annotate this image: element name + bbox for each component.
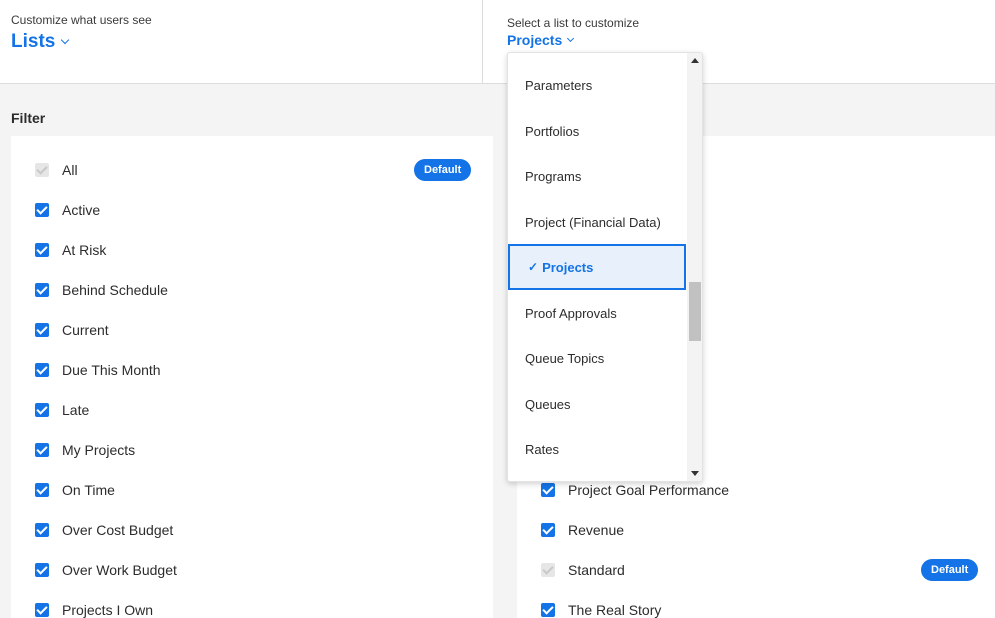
dropdown-option-label: Projects [542,259,594,275]
filter-row[interactable]: Current [35,318,109,342]
filter-row-label: Current [62,322,109,338]
scroll-up-arrow-icon[interactable] [691,58,699,63]
chevron-down-icon [61,35,70,45]
filter-row[interactable]: Standard [541,558,625,582]
filter-row[interactable]: Behind Schedule [35,278,168,302]
dropdown-option[interactable]: Portfolios [508,108,686,154]
checkbox[interactable] [541,483,555,497]
filter-row[interactable]: Active [35,198,100,222]
checkbox[interactable] [35,523,49,537]
lists-caption: Customize what users see [11,13,152,27]
dropdown-option[interactable]: Project (Financial Data) [508,199,686,245]
filter-row-label: Standard [568,562,625,578]
checkbox[interactable] [35,163,49,177]
dropdown-option[interactable]: Queues [508,381,686,427]
default-badge: Default [414,159,472,181]
filter-row[interactable]: Over Work Budget [35,558,177,582]
filter-row-label: Revenue [568,522,625,538]
dropdown-option[interactable]: Parameters [508,62,686,108]
filter-row-label: My Projects [62,442,136,458]
checkbox[interactable] [35,243,49,257]
header-divider [482,0,483,84]
filter-row[interactable]: Due This Month [35,358,161,382]
filter-row-label: On Time [62,482,115,498]
checkbox[interactable] [35,323,49,337]
filter-row-label: The Real Story [568,602,662,618]
filter-row[interactable]: The Real Story [541,598,661,618]
list-dropdown-value: Projects [507,32,563,48]
filter-row[interactable]: On Time [35,478,115,502]
lists-dropdown-button[interactable]: Lists [11,31,152,53]
checkbox[interactable] [35,563,49,577]
list-selector: Select a list to customize Projects [507,16,639,48]
dropdown-option-selected[interactable]: ✓ Projects [508,244,686,290]
lists-title: Lists [11,31,56,52]
list-dropdown-button[interactable]: Projects [507,32,639,48]
filter-row-label: Behind Schedule [62,282,168,298]
filter-row[interactable]: Projects I Own [35,598,153,618]
checkbox[interactable] [35,403,49,417]
filter-row[interactable]: Late [35,398,89,422]
checkbox[interactable] [35,483,49,497]
list-selector-caption: Select a list to customize [507,16,640,30]
filter-row-label: Active [62,202,101,218]
filter-row-label: Projects I Own [62,602,154,618]
filter-row-label: All [62,162,78,178]
header: Customize what users see Lists Select a … [0,0,995,84]
filter-heading: Filter [11,110,46,126]
checkbox[interactable] [35,603,49,617]
checkbox[interactable] [35,443,49,457]
filter-row[interactable]: All [35,158,78,182]
lists-selector: Customize what users see Lists [11,13,152,53]
checkbox[interactable] [541,563,555,577]
dropdown-option[interactable]: Rates [508,426,686,472]
filter-row[interactable]: Revenue [541,518,624,542]
filter-row-label: At Risk [62,242,107,258]
chevron-down-icon [567,34,575,42]
filter-row-label: Over Work Budget [62,562,177,578]
filter-row[interactable]: Over Cost Budget [35,518,173,542]
scroll-down-arrow-icon[interactable] [691,471,699,476]
filter-row[interactable]: At Risk [35,238,106,262]
dropdown-option[interactable]: Proof Approvals [508,290,686,336]
filter-row[interactable]: My Projects [35,438,135,462]
list-dropdown-menu: Parameters Portfolios Programs Project (… [507,52,703,482]
filter-list-left: All Default Active At Risk Behind Schedu… [11,136,493,618]
dropdown-scrollbar[interactable] [687,53,702,481]
checkbox[interactable] [541,523,555,537]
filter-row-label: Late [62,402,90,418]
checkmark-icon: ✓ [528,260,539,274]
checkbox[interactable] [35,203,49,217]
dropdown-option[interactable]: Programs [508,153,686,199]
dropdown-option[interactable]: Queue Topics [508,335,686,381]
checkbox[interactable] [541,603,555,617]
checkbox[interactable] [35,363,49,377]
filter-row-label: Over Cost Budget [62,522,174,538]
default-badge: Default [921,559,979,581]
filter-row-label: Project Goal Performance [568,482,730,498]
filter-row-label: Due This Month [62,362,161,378]
scrollbar-thumb[interactable] [689,282,701,341]
checkbox[interactable] [35,283,49,297]
